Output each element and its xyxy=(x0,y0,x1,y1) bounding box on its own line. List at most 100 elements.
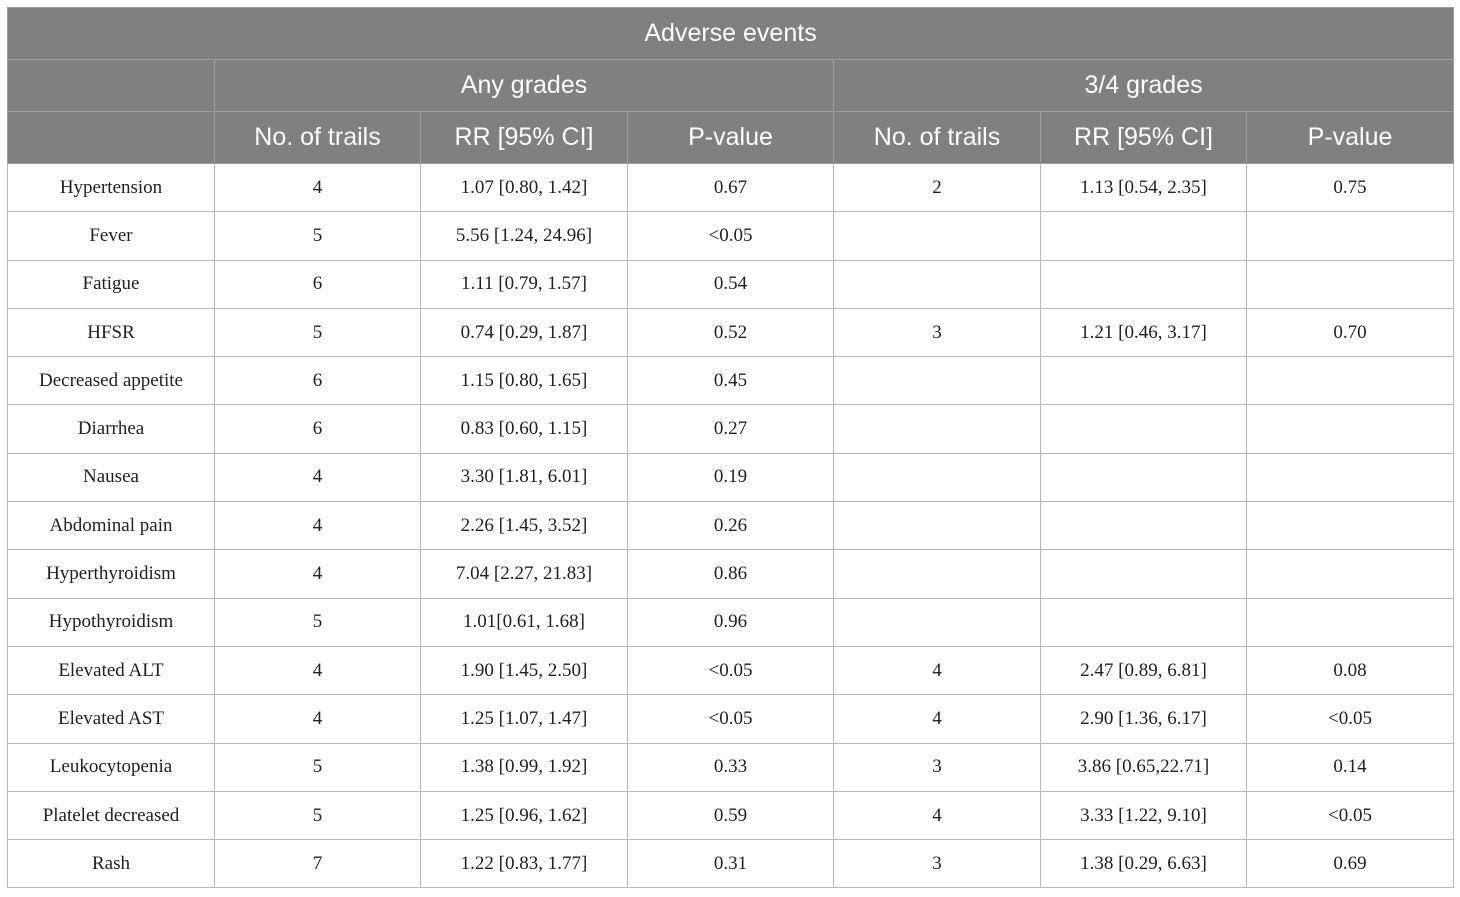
event-name-cell: Diarrhea xyxy=(7,404,215,454)
severe-rr-cell: 1.21 [0.46, 3.17] xyxy=(1040,307,1247,358)
any-pvalue-cell: 0.59 xyxy=(627,790,834,841)
any-pvalue-cell: 0.52 xyxy=(627,307,834,358)
event-name-cell: Decreased appetite xyxy=(7,356,215,406)
severe-pvalue-cell: 0.70 xyxy=(1245,307,1455,358)
any-rr-cell: 1.90 [1.45, 2.50] xyxy=(420,645,628,696)
any-trials-cell: 6 xyxy=(214,259,421,309)
adverse-events-table: Adverse events Any grades 3/4 grades No.… xyxy=(6,7,1455,889)
severe-rr-cell: 2.47 [0.89, 6.81] xyxy=(1040,645,1247,696)
severe-trials-cell xyxy=(833,501,1041,551)
severe-pvalue-cell: 0.14 xyxy=(1245,742,1455,792)
severe-pvalue-cell xyxy=(1245,356,1455,406)
severe-pvalue-cell xyxy=(1245,501,1455,551)
any-trials-cell: 4 xyxy=(214,694,421,744)
event-name-cell: Hypothyroidism xyxy=(7,597,215,647)
severe-rr-cell xyxy=(1040,597,1247,647)
any-rr-cell: 1.25 [1.07, 1.47] xyxy=(420,694,628,744)
event-name-cell: Hypertension xyxy=(7,162,215,213)
severe-trials-cell: 2 xyxy=(833,162,1041,213)
any-trials-cell: 4 xyxy=(214,162,421,213)
table-row: Leukocytopenia 5 1.38 [0.99, 1.92] 0.33 3 3.8… xyxy=(7,742,1455,792)
column-header-row: No. of trails RR [95% CI] P-value No. of… xyxy=(7,111,1455,164)
any-rr-cell: 0.74 [0.29, 1.87] xyxy=(420,307,628,358)
column-header: P-value xyxy=(627,111,834,164)
table-row: Fever 5 5.56 [1.24, 24.96] <0.05 xyxy=(7,211,1455,261)
event-name-cell: Leukocytopenia xyxy=(7,742,215,792)
severe-pvalue-cell: 0.08 xyxy=(1245,645,1455,696)
table-row: Fatigue 6 1.11 [0.79, 1.57] 0.54 xyxy=(7,259,1455,309)
any-trials-cell: 4 xyxy=(214,645,421,696)
column-header: No. of trails xyxy=(833,111,1041,164)
event-name-cell: Elevated ALT xyxy=(7,645,215,696)
table-header: Adverse events Any grades 3/4 grades No.… xyxy=(6,7,1455,164)
title-row: Adverse events xyxy=(6,7,1455,60)
severe-rr-cell xyxy=(1040,452,1247,503)
group-row: Any grades 3/4 grades xyxy=(7,59,1455,112)
severe-pvalue-cell xyxy=(1245,404,1455,454)
any-pvalue-cell: 0.96 xyxy=(627,597,834,647)
any-trials-cell: 5 xyxy=(214,742,421,792)
table-row: Hypothyroidism 5 1.01[0.61, 1.68] 0.96 xyxy=(7,597,1455,647)
any-trials-cell: 7 xyxy=(214,839,421,889)
severe-pvalue-cell xyxy=(1245,452,1455,503)
table-row: Rash 7 1.22 [0.83, 1.77] 0.31 3 1.38 [0.29, 6… xyxy=(7,839,1455,889)
table-row: Elevated ALT 4 1.90 [1.45, 2.50] <0.05 4 2.47… xyxy=(7,645,1455,696)
severe-rr-cell xyxy=(1040,356,1247,406)
severe-pvalue-cell xyxy=(1245,211,1455,261)
severe-rr-cell xyxy=(1040,549,1247,599)
severe-pvalue-cell: <0.05 xyxy=(1245,694,1455,744)
any-pvalue-cell: 0.19 xyxy=(627,452,834,503)
severe-trials-cell: 3 xyxy=(833,307,1041,358)
table-row: HFSR 5 0.74 [0.29, 1.87] 0.52 3 1.21 [0.46, 3… xyxy=(7,307,1455,358)
event-name-cell: Rash xyxy=(7,839,215,889)
event-name-cell: HFSR xyxy=(7,307,215,358)
any-trials-cell: 4 xyxy=(214,549,421,599)
any-trials-cell: 6 xyxy=(214,356,421,406)
severe-trials-cell xyxy=(833,259,1041,309)
any-rr-cell: 5.56 [1.24, 24.96] xyxy=(420,211,628,261)
severe-rr-cell: 1.13 [0.54, 2.35] xyxy=(1040,162,1247,213)
table-row: Abdominal pain 4 2.26 [1.45, 3.52] 0.26 xyxy=(7,501,1455,551)
severe-trials-cell: 3 xyxy=(833,742,1041,792)
column-header: RR [95% CI] xyxy=(1040,111,1247,164)
any-pvalue-cell: 0.45 xyxy=(627,356,834,406)
any-rr-cell: 1.11 [0.79, 1.57] xyxy=(420,259,628,309)
table-row: Hyperthyroidism 4 7.04 [2.27, 21.83] 0.86 xyxy=(7,549,1455,599)
event-name-cell: Nausea xyxy=(7,452,215,503)
any-pvalue-cell: 0.86 xyxy=(627,549,834,599)
severe-trials-cell: 4 xyxy=(833,694,1041,744)
table-row: Platelet decreased 5 1.25 [0.96, 1.62] 0.59… xyxy=(7,790,1455,841)
severe-pvalue-cell: <0.05 xyxy=(1245,790,1455,841)
table-row: Decreased appetite 6 1.15 [0.80, 1.65] 0.45 xyxy=(7,356,1455,406)
any-pvalue-cell: 0.54 xyxy=(627,259,834,309)
severe-trials-cell: 4 xyxy=(833,790,1041,841)
table-title: Adverse events xyxy=(6,7,1455,60)
severe-rr-cell xyxy=(1040,404,1247,454)
severe-rr-cell: 1.38 [0.29, 6.63] xyxy=(1040,839,1247,889)
severe-trials-cell: 3 xyxy=(833,839,1041,889)
any-trials-cell: 4 xyxy=(214,452,421,503)
any-pvalue-cell: 0.27 xyxy=(627,404,834,454)
severe-trials-cell xyxy=(833,452,1041,503)
event-name-cell: Elevated AST xyxy=(7,694,215,744)
table-body: Hypertension 4 1.07 [0.80, 1.42] 0.67 2 1.13 … xyxy=(7,162,1455,889)
any-pvalue-cell: 0.67 xyxy=(627,162,834,213)
severe-trials-cell xyxy=(833,356,1041,406)
any-pvalue-cell: <0.05 xyxy=(627,211,834,261)
any-rr-cell: 1.25 [0.96, 1.62] xyxy=(420,790,628,841)
any-pvalue-cell: 0.33 xyxy=(627,742,834,792)
table-row: Nausea 4 3.30 [1.81, 6.01] 0.19 xyxy=(7,452,1455,503)
event-name-cell: Hyperthyroidism xyxy=(7,549,215,599)
any-trials-cell: 5 xyxy=(214,790,421,841)
severe-trials-cell: 4 xyxy=(833,645,1041,696)
any-pvalue-cell: 0.26 xyxy=(627,501,834,551)
any-trials-cell: 5 xyxy=(214,307,421,358)
column-header: RR [95% CI] xyxy=(420,111,628,164)
event-name-cell: Fever xyxy=(7,211,215,261)
group-header-3-4-grades: 3/4 grades xyxy=(832,59,1455,112)
severe-trials-cell xyxy=(833,549,1041,599)
severe-pvalue-cell xyxy=(1245,259,1455,309)
severe-trials-cell xyxy=(833,211,1041,261)
severe-trials-cell xyxy=(833,597,1041,647)
severe-pvalue-cell xyxy=(1245,549,1455,599)
